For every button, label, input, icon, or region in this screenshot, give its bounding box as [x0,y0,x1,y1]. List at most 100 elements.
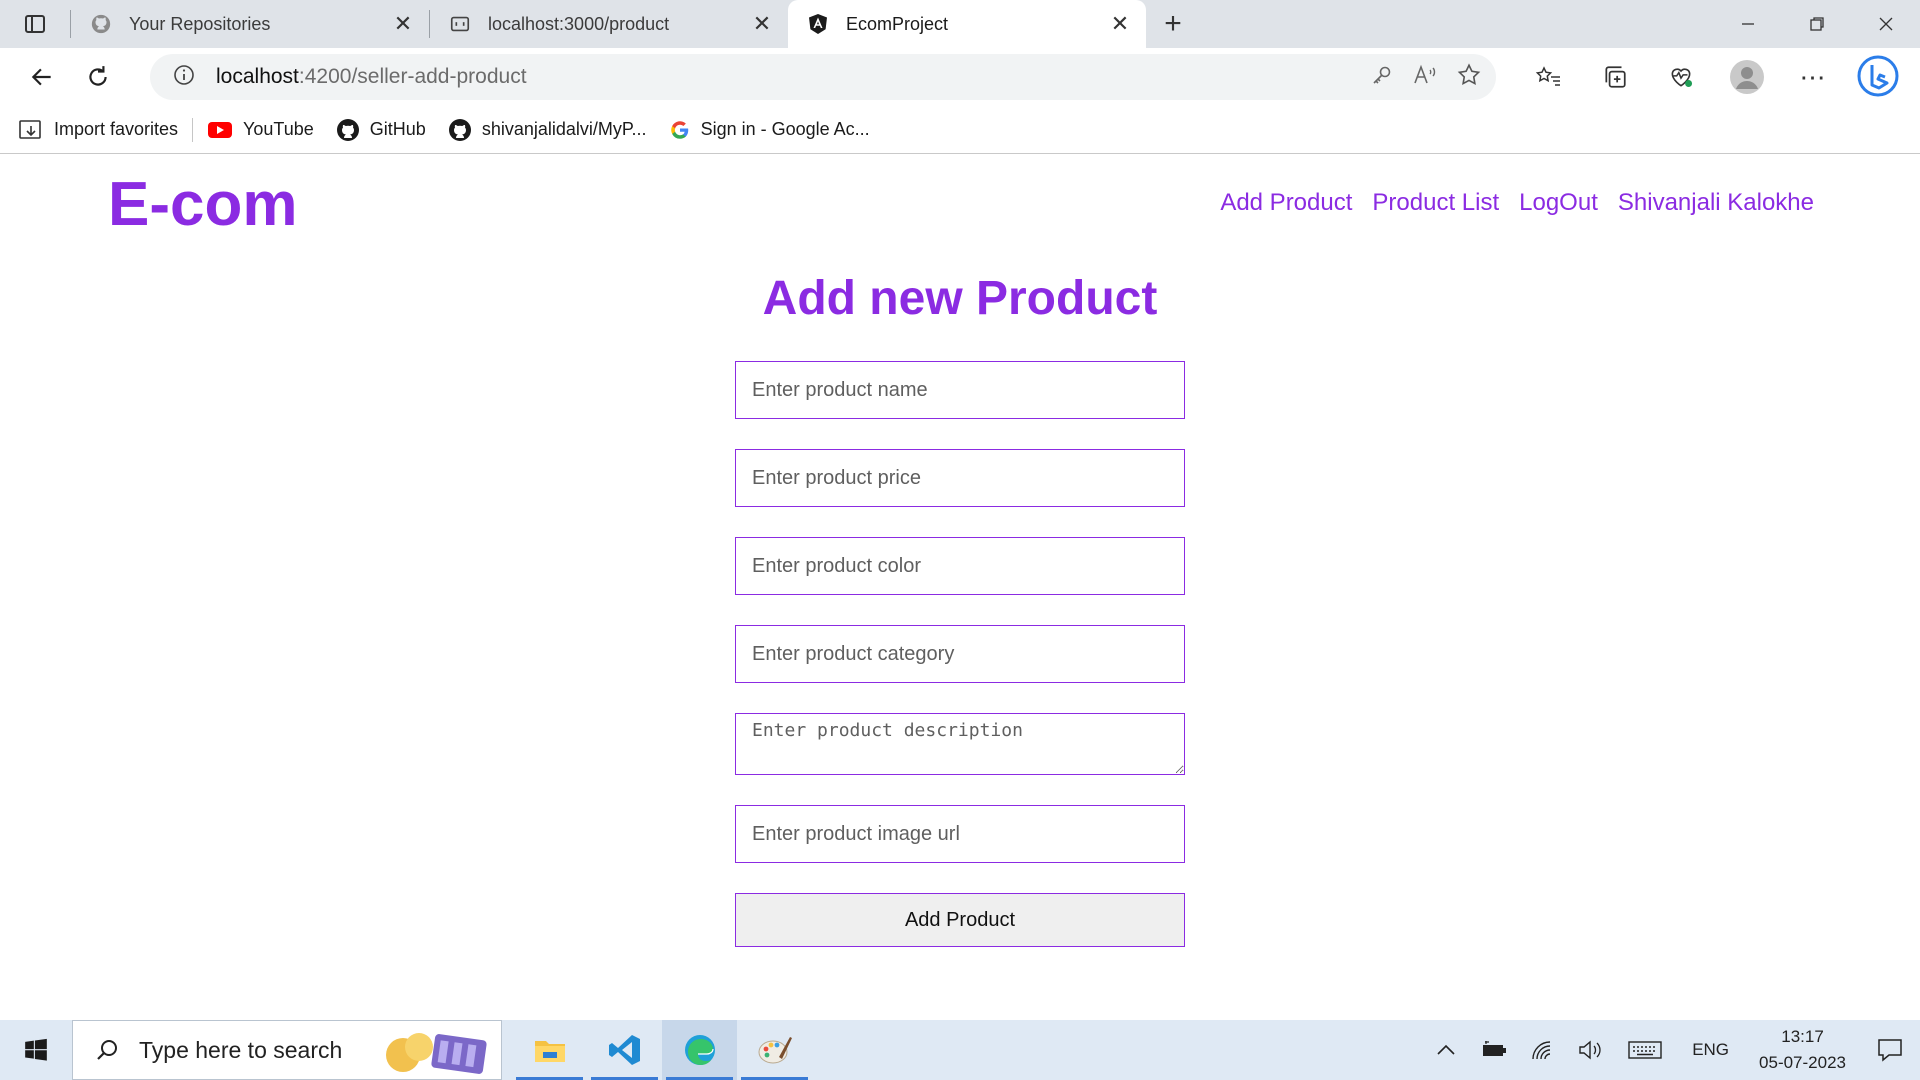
system-tray: ENG 13:17 05-07-2023 [1422,1020,1920,1080]
youtube-icon [208,121,233,138]
profile-button[interactable] [1714,53,1780,101]
speaker-icon [1579,1040,1601,1060]
add-product-form: Add Product [735,361,1185,947]
product-color-input[interactable] [735,537,1185,595]
back-button[interactable] [14,53,70,101]
favorite-youtube[interactable]: YouTube [207,119,314,140]
collections-icon [1605,66,1626,88]
paint-palette-icon [758,1037,792,1064]
url-host: localhost [216,65,299,88]
taskbar-search-box[interactable]: Type here to search [72,1020,502,1080]
tab-ecomproject[interactable]: EcomProject ✕ [788,0,1146,48]
favorite-github[interactable]: GitHub [336,118,426,142]
language-indicator[interactable]: ENG [1676,1040,1745,1060]
page-title: Add new Product [762,272,1158,325]
ellipsis-icon: ⋯ [1799,61,1827,92]
show-hidden-icons-button[interactable] [1422,1020,1470,1080]
chevron-up-icon [1437,1044,1455,1055]
taskbar-vscode[interactable] [587,1020,662,1080]
taskbar-file-explorer[interactable] [512,1020,587,1080]
performance-button[interactable] [1648,53,1714,101]
product-name-input[interactable] [735,361,1185,419]
product-category-input[interactable] [735,625,1185,683]
tab-actions-icon [25,15,45,33]
refresh-icon [89,66,107,86]
bing-button[interactable] [1846,53,1912,101]
tab-title: localhost:3000/product [488,13,670,34]
star-icon[interactable] [1456,62,1482,93]
nav-logout[interactable]: LogOut [1519,189,1598,217]
main-nav: Add Product Product List LogOut Shivanja… [1220,189,1814,217]
new-tab-button[interactable]: + [1146,0,1200,48]
nav-add-product[interactable]: Add Product [1220,189,1352,217]
refresh-button[interactable] [70,53,126,101]
tab-title: EcomProject [846,13,949,34]
favorite-google-signin[interactable]: Sign in - Google Ac... [669,119,870,141]
toolbar-right-tools: ⋯ [1516,48,1912,106]
import-icon [19,119,41,139]
browser-tab-strip: Your Repositories ✕ localhost:3000/produ… [0,0,1920,48]
favorite-import[interactable]: Import favorites [18,119,178,141]
wifi-icon [1532,1041,1551,1060]
web-page: E-com Add Product Product List LogOut Sh… [0,155,1920,1020]
battery-button[interactable] [1470,1020,1518,1080]
info-icon[interactable] [172,63,196,92]
folder-icon [534,1041,565,1062]
nav-product-list[interactable]: Product List [1372,189,1499,217]
keyboard-icon [1628,1041,1662,1059]
search-placeholder: Type here to search [139,1036,343,1063]
bing-chat-icon [1857,55,1899,97]
address-bar[interactable]: localhost:4200/seller-add-product [150,54,1496,100]
favorite-label: Import favorites [54,119,179,139]
favorite-label: GitHub [369,119,426,139]
notifications-button[interactable] [1860,1020,1920,1080]
url-text: localhost:4200/seller-add-product [216,65,527,89]
heart-pulse-icon [1671,68,1693,87]
close-icon[interactable]: ✕ [750,11,774,36]
github-icon [448,118,471,141]
minimize-button[interactable] [1713,0,1782,48]
product-description-textarea[interactable] [735,713,1185,775]
favorites-button[interactable] [1516,53,1582,101]
product-price-input[interactable] [735,449,1185,507]
touch-keyboard-button[interactable] [1614,1020,1676,1080]
add-product-button[interactable]: Add Product [735,893,1185,947]
nav-user-name[interactable]: Shivanjali Kalokhe [1618,189,1814,217]
avatar-icon [1730,60,1764,94]
tab-actions-button[interactable] [0,0,70,48]
favorite-label: shivanjalidalvi/MyP... [481,119,647,139]
close-icon[interactable]: ✕ [391,11,415,36]
vscode-icon [608,1035,640,1065]
tab-your-repositories[interactable]: Your Repositories ✕ [71,0,429,48]
restore-button[interactable] [1782,0,1851,48]
tab-localhost-product[interactable]: localhost:3000/product ✕ [430,0,788,48]
pinned-apps [512,1020,812,1080]
start-button[interactable] [0,1020,72,1080]
product-image-url-input[interactable] [735,805,1185,863]
github-icon [336,118,359,141]
minimize-icon [1741,23,1754,25]
url-path: :4200/seller-add-product [298,65,527,88]
battery-icon [1483,1041,1507,1056]
collections-button[interactable] [1582,53,1648,101]
clock-date: 05-07-2023 [1759,1053,1846,1072]
favorite-label: YouTube [243,119,314,139]
tab-title: Your Repositories [129,13,271,34]
read-aloud-icon[interactable] [1412,63,1438,92]
favorite-github-repo[interactable]: shivanjalidalvi/MyP... [448,118,647,142]
clock-time: 13:17 [1781,1027,1824,1046]
close-icon[interactable]: ✕ [1108,11,1132,36]
notification-icon [1878,1039,1902,1062]
taskbar-edge[interactable] [662,1020,737,1080]
close-window-button[interactable] [1851,0,1920,48]
system-clock[interactable]: 13:17 05-07-2023 [1745,1024,1860,1076]
favorite-label: Sign in - Google Ac... [700,119,870,139]
taskbar-paint[interactable] [737,1020,812,1080]
network-button[interactable] [1518,1020,1566,1080]
volume-button[interactable] [1566,1020,1614,1080]
key-icon[interactable] [1370,63,1394,92]
more-button[interactable]: ⋯ [1780,53,1846,101]
edge-icon [684,1035,715,1065]
back-arrow-icon [31,68,51,86]
site-logo[interactable]: E-com [108,169,297,240]
